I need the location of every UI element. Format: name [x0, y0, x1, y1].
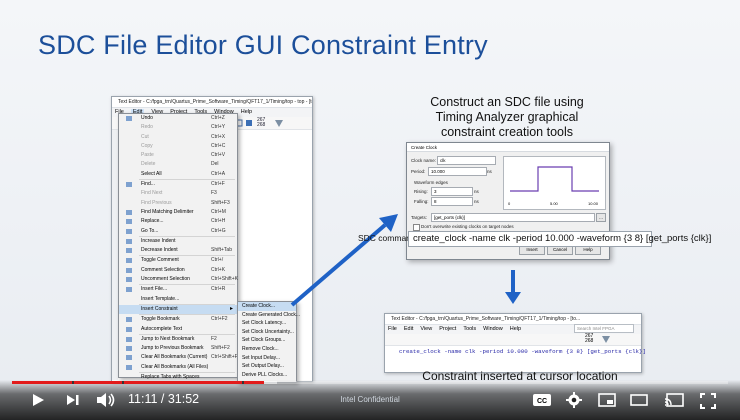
period-unit: ns — [487, 169, 492, 174]
rising-field[interactable]: 3 — [431, 187, 473, 196]
targets-label: Targets: — [411, 215, 428, 220]
svg-text:CC: CC — [537, 398, 547, 405]
slide: SDC File Editor GUI Constraint Entry Con… — [0, 0, 740, 420]
waveform-graphic — [510, 166, 599, 192]
wave-tick-5: 5.00 — [550, 201, 558, 206]
chapter-marker — [122, 381, 124, 384]
clock-name-field[interactable]: clk — [437, 156, 496, 165]
falling-label: Falling: — [414, 199, 429, 204]
targets-browse-button[interactable]: … — [596, 213, 606, 222]
cast-icon[interactable] — [664, 393, 684, 407]
settings-gear-icon[interactable] — [566, 392, 582, 408]
chapter-marker — [72, 381, 74, 384]
menu-help[interactable]: Help — [510, 326, 521, 332]
period-field[interactable]: 10.000 — [428, 167, 487, 176]
miniplayer-icon[interactable] — [598, 393, 616, 407]
menu-file[interactable]: File — [388, 326, 397, 332]
menu-tools[interactable]: Tools — [463, 326, 476, 332]
rising-label: Rising: — [414, 189, 428, 194]
result-toolbar-digit-2: 268 — [585, 338, 594, 344]
overwrite-checkbox[interactable] — [413, 224, 420, 231]
text-editor-window-result: Text Editor - C:/fpga_trn/Quartus_Prime_… — [384, 313, 646, 373]
rising-unit: ns — [474, 189, 479, 194]
sdc-command-field[interactable]: create_clock -name clk -period 10.000 -w… — [408, 231, 711, 247]
dialog-titlebar: Create Clock — [407, 143, 609, 152]
wave-tick-10: 10.00 — [588, 201, 599, 206]
progress-bar[interactable] — [12, 381, 728, 384]
menu-window[interactable]: Window — [483, 326, 503, 332]
period-label: Period: — [411, 169, 426, 174]
captions-icon[interactable]: CC — [532, 393, 552, 407]
result-tcl-icon[interactable] — [601, 334, 611, 344]
falling-unit: ns — [474, 199, 479, 204]
theater-mode-icon[interactable] — [630, 393, 648, 407]
wave-tick-0: 0 — [508, 201, 511, 206]
inserted-code-line[interactable]: create_clock -name clk -period 10.000 -w… — [399, 348, 646, 355]
menu-project[interactable]: Project — [439, 326, 456, 332]
overwrite-label: Don't overwrite existing clocks on targe… — [421, 224, 514, 229]
result-toolbar: 267 268 — [385, 334, 641, 346]
slide-footer: Intel Confidential — [340, 395, 400, 404]
progress-played — [12, 381, 265, 384]
search-field[interactable]: Search Intel FPGA — [574, 324, 634, 333]
menu-view[interactable]: View — [420, 326, 432, 332]
fullscreen-icon[interactable] — [700, 393, 716, 409]
targets-field[interactable]: [get_ports {clk}] — [431, 213, 595, 222]
clock-name-label: Clock name: — [411, 158, 437, 163]
waveform-preview: 0 5.00 10.00 — [503, 156, 606, 210]
falling-field[interactable]: 8 — [431, 197, 473, 206]
menu-edit[interactable]: Edit — [404, 326, 413, 332]
arrow-down — [505, 270, 521, 304]
chapter-marker — [242, 381, 244, 384]
waveform-edges-label: Waveform edges — [414, 180, 448, 185]
